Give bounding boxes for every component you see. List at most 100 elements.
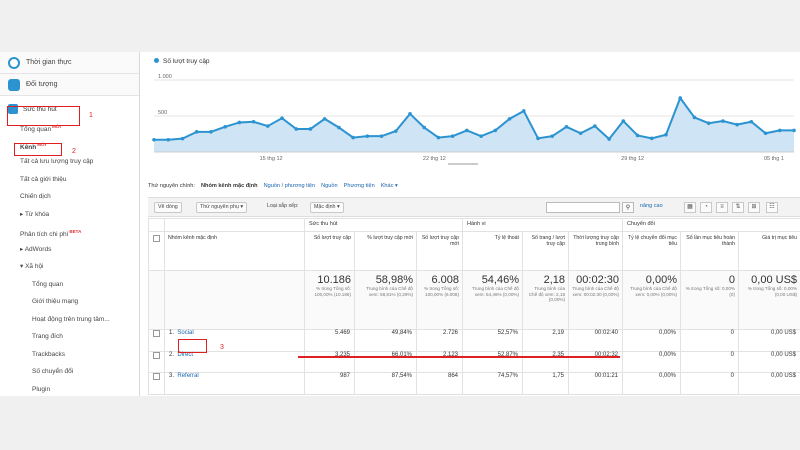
row-index: 2. <box>169 351 175 358</box>
sidebar-item-realtime[interactable]: Thời gian thực <box>0 52 139 74</box>
comparison-view-icon[interactable]: ⇅ <box>732 202 744 213</box>
sidebar-item[interactable]: ▸ Từ khóa <box>0 206 139 224</box>
column-header[interactable]: Số lượt truy cập <box>304 231 355 271</box>
data-point[interactable] <box>180 136 185 141</box>
data-point[interactable] <box>422 125 427 130</box>
column-header[interactable]: Số lần mục tiêu hoàn thành <box>680 231 739 271</box>
data-point[interactable] <box>237 120 242 125</box>
sidebar-item[interactable]: Chiến dịch <box>0 188 139 206</box>
column-header[interactable]: Thời lượng truy cập trung bình <box>568 231 623 271</box>
sort-type-dropdown[interactable]: Mặc định ▾ <box>310 202 344 213</box>
pivot-view-icon[interactable]: ⊞ <box>748 202 760 213</box>
column-header[interactable]: Số trang / lượt truy cập <box>522 231 569 271</box>
search-icon[interactable]: ⚲ <box>622 202 634 213</box>
column-header[interactable]: Giá trị mục tiêu <box>737 231 800 271</box>
data-point[interactable] <box>322 117 327 121</box>
tab-item[interactable]: Nguồn / phương tiện <box>264 183 316 189</box>
sidebar-item[interactable]: Phân tích chi phíBETA <box>0 223 139 241</box>
table-search-input[interactable] <box>546 202 620 213</box>
performance-view-icon[interactable]: ≡ <box>716 202 728 213</box>
data-point[interactable] <box>536 136 540 141</box>
data-point[interactable] <box>465 128 469 133</box>
table-cell: 00:01:21 <box>568 372 623 395</box>
data-point[interactable] <box>678 96 683 100</box>
tab-item[interactable]: Nhóm kênh mặc định <box>201 183 258 189</box>
data-point[interactable] <box>735 122 739 127</box>
secondary-dimension-dropdown[interactable]: Thứ nguyên phụ ▾ <box>196 202 248 213</box>
data-point[interactable] <box>479 134 483 138</box>
column-header[interactable]: % lượt truy cập mới <box>354 231 417 271</box>
sidebar: Thời gian thực Đối tượng Sức thu hút Tổn… <box>0 52 140 396</box>
data-point[interactable] <box>351 135 355 140</box>
tab-item[interactable]: Phương tiện <box>344 183 375 189</box>
data-point[interactable] <box>209 130 213 134</box>
data-point[interactable] <box>507 117 512 121</box>
data-point[interactable] <box>521 109 526 113</box>
row-checkbox[interactable] <box>153 373 160 380</box>
row-checkbox[interactable] <box>153 351 160 359</box>
channel-link[interactable]: Social <box>177 330 193 336</box>
data-point[interactable] <box>763 131 768 136</box>
total-note: Trung bình của Chế độ xem: 54,46% (0,00%… <box>472 286 519 297</box>
data-point[interactable] <box>564 125 569 129</box>
sidebar-subitem[interactable]: Số chuyển đổi <box>0 363 139 381</box>
data-point[interactable] <box>550 134 555 138</box>
data-point[interactable] <box>294 127 299 131</box>
sidebar-subitem[interactable]: Tổng quan <box>0 276 139 294</box>
term-cloud-icon[interactable]: ☷ <box>766 202 778 213</box>
column-header-channel[interactable]: Nhóm kênh mặc định <box>164 231 305 271</box>
data-point[interactable] <box>379 134 384 138</box>
data-point[interactable] <box>393 129 398 133</box>
data-point[interactable] <box>408 112 412 116</box>
data-point[interactable] <box>792 128 796 133</box>
tab-item[interactable]: Nguồn <box>321 183 337 189</box>
data-point[interactable] <box>706 121 711 125</box>
data-point[interactable] <box>265 124 270 128</box>
data-point[interactable] <box>749 119 754 124</box>
data-point[interactable] <box>436 135 441 140</box>
total-value: 6.008 <box>431 274 459 286</box>
data-point[interactable] <box>365 134 370 138</box>
sidebar-item[interactable]: ▸ AdWords <box>0 241 139 259</box>
sidebar-subitem[interactable]: Plugin <box>0 381 139 397</box>
data-point[interactable] <box>223 125 227 129</box>
data-point[interactable] <box>493 128 498 133</box>
data-point[interactable] <box>251 119 256 124</box>
column-header[interactable]: Tỷ lệ thoát <box>462 231 523 271</box>
sidebar-subitem[interactable]: Hoạt động trên trung tâm... <box>0 311 139 329</box>
data-point[interactable] <box>593 124 597 128</box>
data-point[interactable] <box>692 115 697 120</box>
data-point[interactable] <box>308 127 313 131</box>
sidebar-item[interactable]: Tất cả giới thiệu <box>0 171 139 189</box>
data-point[interactable] <box>166 137 171 142</box>
sidebar-item[interactable]: ▾ Xã hội <box>0 258 139 276</box>
chart-scroll-handle[interactable] <box>448 163 478 165</box>
data-point[interactable] <box>607 137 611 141</box>
column-header[interactable]: Tỷ lệ chuyển đổi mục tiêu <box>622 231 681 271</box>
sidebar-subitem[interactable]: Trang đích <box>0 328 139 346</box>
data-point[interactable] <box>664 132 668 137</box>
select-all-checkbox[interactable] <box>153 235 160 242</box>
advanced-filter-link[interactable]: nâng cao <box>640 203 663 209</box>
data-point[interactable] <box>152 137 156 142</box>
data-point[interactable] <box>649 136 654 141</box>
data-point[interactable] <box>621 119 626 123</box>
column-header[interactable]: Số lượt truy cập mới <box>416 231 463 271</box>
data-point[interactable] <box>721 119 725 123</box>
tab-item[interactable]: Khác ▾ <box>381 183 398 189</box>
row-checkbox[interactable] <box>153 330 160 337</box>
table-view-icon[interactable]: ▦ <box>684 202 696 213</box>
pie-view-icon[interactable]: ◔ <box>700 202 712 213</box>
data-point[interactable] <box>337 125 341 130</box>
data-point[interactable] <box>450 134 455 138</box>
data-point[interactable] <box>635 133 640 138</box>
channel-link[interactable]: Referral <box>177 373 198 379</box>
data-point[interactable] <box>194 130 199 134</box>
sidebar-subitem[interactable]: Giới thiệu mạng <box>0 293 139 311</box>
plot-rows-button[interactable]: Vẽ dòng <box>154 202 182 213</box>
sidebar-item-audience[interactable]: Đối tượng <box>0 74 139 96</box>
data-point[interactable] <box>280 116 284 120</box>
data-point[interactable] <box>578 131 583 136</box>
sidebar-subitem[interactable]: Trackbacks <box>0 346 139 364</box>
data-point[interactable] <box>777 128 782 133</box>
